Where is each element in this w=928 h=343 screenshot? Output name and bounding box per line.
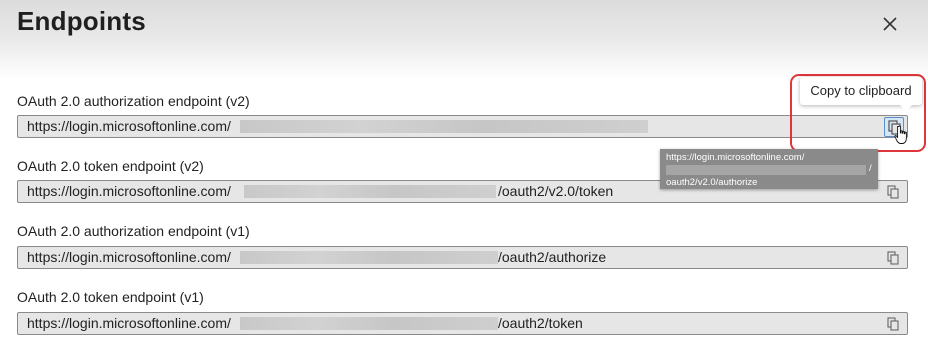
- url-tooltip-line1: https://login.microsoftonline.com/: [666, 152, 805, 163]
- endpoint-url-prefix: https://login.microsoftonline.com/: [27, 315, 231, 331]
- endpoint-field-auth-v2[interactable]: https://login.microsoftonline.com/: [17, 115, 908, 138]
- endpoint-url-prefix: https://login.microsoftonline.com/: [27, 249, 231, 265]
- url-tooltip: https://login.microsoftonline.com/ / oau…: [660, 149, 878, 189]
- copy-icon: [887, 185, 899, 199]
- copy-button-token-v2[interactable]: [885, 183, 901, 200]
- endpoint-url-prefix: https://login.microsoftonline.com/: [27, 183, 231, 199]
- copy-button-token-v1[interactable]: [885, 315, 901, 332]
- redacted-tenant-id: [666, 165, 866, 175]
- panel-title: Endpoints: [17, 6, 146, 36]
- endpoint-field-token-v1[interactable]: https://login.microsoftonline.com/ /oaut…: [17, 312, 908, 335]
- hand-cursor-icon: [894, 125, 910, 145]
- endpoint-label-auth-v1: OAuth 2.0 authorization endpoint (v1): [17, 223, 250, 239]
- redacted-tenant-id: [244, 185, 496, 198]
- redacted-tenant-id: [240, 317, 498, 330]
- close-icon-glyph: [883, 17, 897, 31]
- panel-header: Endpoints: [0, 0, 928, 80]
- url-tooltip-line2-end: /: [869, 163, 872, 174]
- endpoint-url-suffix: /oauth2/token: [498, 315, 583, 331]
- endpoint-url-suffix: /oauth2/authorize: [498, 249, 607, 265]
- redacted-tenant-id: [240, 251, 498, 264]
- close-icon[interactable]: [880, 14, 900, 34]
- copy-icon: [887, 251, 899, 265]
- redacted-tenant-id: [240, 120, 648, 133]
- copy-tooltip: Copy to clipboard: [800, 77, 922, 111]
- endpoint-url-prefix: https://login.microsoftonline.com/: [27, 118, 231, 134]
- url-tooltip-line3: oauth2/v2.0/authorize: [666, 177, 758, 188]
- endpoint-label-token-v1: OAuth 2.0 token endpoint (v1): [17, 289, 204, 305]
- copy-button-auth-v1[interactable]: [885, 249, 901, 266]
- endpoint-label-auth-v2: OAuth 2.0 authorization endpoint (v2): [17, 93, 250, 109]
- endpoint-field-auth-v1[interactable]: https://login.microsoftonline.com/ /oaut…: [17, 246, 908, 269]
- copy-icon: [887, 317, 899, 331]
- endpoint-url-suffix: /oauth2/v2.0/token: [498, 183, 614, 199]
- endpoint-label-token-v2: OAuth 2.0 token endpoint (v2): [17, 158, 204, 174]
